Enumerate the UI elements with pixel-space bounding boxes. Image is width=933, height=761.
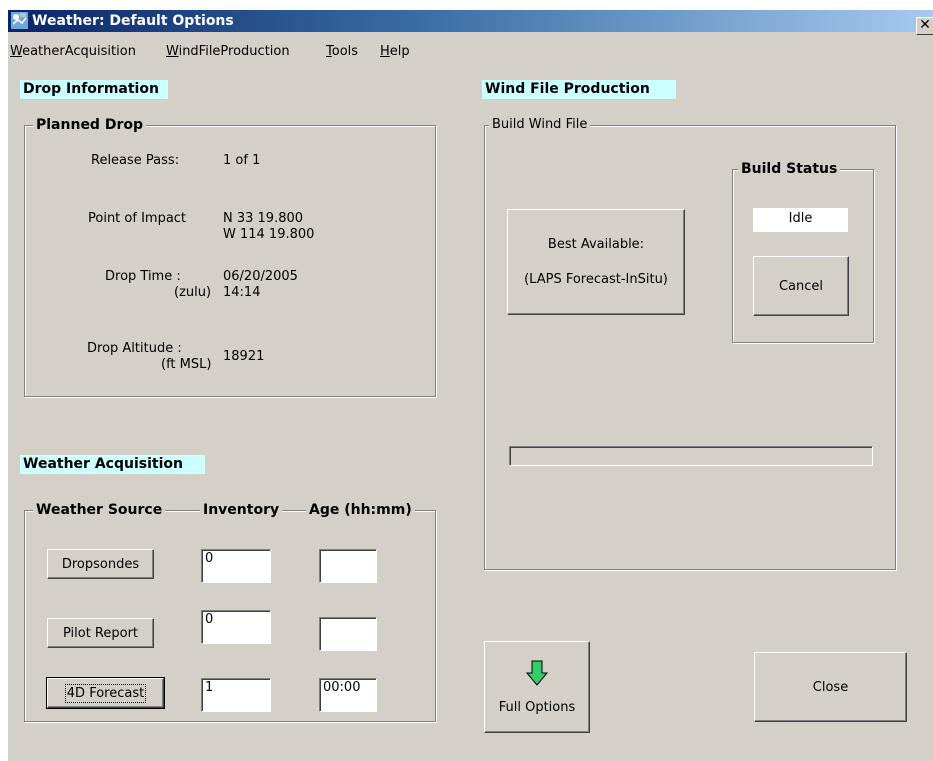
4d-forecast-button-label: 4D Forecast [64, 683, 147, 703]
build-status-title: Build Status [738, 161, 841, 177]
menu-wind-file-production[interactable]: WindFileProduction [166, 44, 290, 59]
pilot-report-inventory-field[interactable]: 0 [201, 610, 271, 644]
drop-information-header: Drop Information [20, 80, 168, 99]
dropsondes-button[interactable]: Dropsondes [47, 549, 154, 579]
weather-source-column-header: Weather Source [33, 502, 166, 518]
close-button[interactable]: Close [754, 652, 907, 722]
window-title: Weather: Default Options [32, 13, 234, 29]
release-pass-value: 1 of 1 [223, 153, 261, 168]
green-down-arrow-icon [526, 660, 548, 686]
menu-help[interactable]: Help [380, 44, 410, 59]
best-available-label: Best Available: [547, 236, 645, 252]
drop-altitude-value: 18921 [223, 349, 265, 364]
poi-longitude: W 114 19.800 [223, 227, 315, 242]
point-of-impact-label: Point of Impact [88, 211, 187, 226]
weather-source-group: Weather Source Inventory Age (hh:mm) Dro… [24, 502, 436, 722]
4d-forecast-age-field[interactable]: 00:00 [319, 678, 377, 712]
age-column-header: Age (hh:mm) [306, 502, 415, 518]
build-status-value: Idle [753, 208, 848, 232]
menu-bar: WeatherAcquisition WindFileProduction To… [8, 33, 933, 59]
title-bar[interactable]: Weather: Default Options [8, 10, 933, 32]
best-available-button[interactable]: Best Available: (LAPS Forecast-InSitu) [507, 209, 685, 315]
pilot-report-age-field[interactable] [319, 617, 377, 651]
full-options-button[interactable]: Full Options [484, 641, 590, 733]
pilot-report-button[interactable]: Pilot Report [47, 618, 154, 648]
drop-time-time: 14:14 [223, 285, 261, 300]
weather-acquisition-header: Weather Acquisition [20, 455, 205, 474]
drop-time-date: 06/20/2005 [223, 269, 298, 284]
release-pass-label: Release Pass: [91, 153, 180, 168]
menu-weather-acquisition[interactable]: WeatherAcquisition [10, 44, 136, 59]
weather-options-window: Weather: Default Options ✕ WeatherAcquis… [8, 10, 933, 761]
dropsondes-age-field[interactable] [319, 549, 377, 583]
drop-altitude-unit: (ft MSL) [161, 357, 212, 372]
4d-forecast-inventory-field[interactable]: 1 [201, 678, 271, 712]
weather-app-icon [11, 12, 28, 29]
planned-drop-group: Planned Drop Release Pass: 1 of 1 Point … [24, 117, 436, 397]
menu-tools[interactable]: Tools [326, 44, 358, 59]
build-wind-file-title: Build Wind File [489, 117, 591, 132]
inventory-column-header: Inventory [200, 502, 283, 518]
poi-latitude: N 33 19.800 [223, 211, 304, 226]
full-options-label: Full Options [498, 699, 576, 715]
drop-time-unit: (zulu) [174, 285, 212, 300]
drop-altitude-label: Drop Altitude : [87, 341, 182, 356]
build-wind-file-group: Build Wind File Best Available: (LAPS Fo… [484, 117, 896, 570]
build-status-group: Build Status Idle Cancel [732, 161, 874, 343]
dropsondes-inventory-field[interactable]: 0 [201, 549, 271, 583]
4d-forecast-button[interactable]: 4D Forecast [46, 677, 165, 709]
cancel-build-button[interactable]: Cancel [753, 256, 849, 316]
wind-file-production-header: Wind File Production [482, 80, 676, 99]
planned-drop-title: Planned Drop [33, 117, 146, 133]
best-available-source: (LAPS Forecast-InSitu) [524, 271, 668, 287]
drop-time-label: Drop Time : [105, 269, 181, 284]
build-progress-bar [509, 446, 873, 466]
